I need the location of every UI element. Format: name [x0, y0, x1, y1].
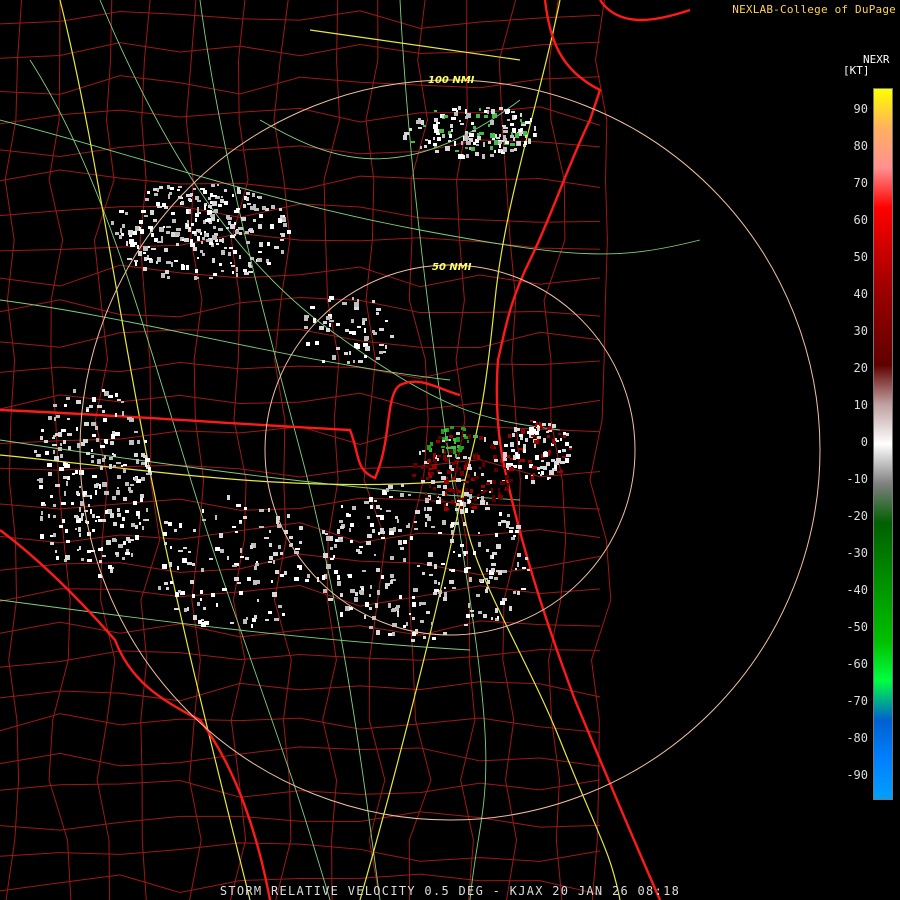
- scale-tick: -70: [846, 694, 868, 708]
- scale-tick: 90: [853, 102, 868, 116]
- color-scale-bar: [873, 88, 893, 800]
- ring-label-100: 100 NMI: [428, 75, 475, 86]
- scale-tick: 40: [853, 287, 868, 301]
- scale-tick: 20: [853, 361, 868, 375]
- unit-label: [KT]: [843, 64, 870, 77]
- scale-tick: -30: [846, 546, 868, 560]
- scale-tick: -60: [846, 657, 868, 671]
- scale-tick: 50: [853, 250, 868, 264]
- scale-tick: 60: [853, 213, 868, 227]
- scale-tick: 10: [853, 398, 868, 412]
- scale-tick: 0: [860, 435, 868, 449]
- scale-tick: 70: [853, 176, 868, 190]
- scale-tick: -10: [846, 472, 868, 486]
- ring-label-50: 50 NMI: [432, 262, 472, 273]
- scale-tick: 30: [853, 324, 868, 338]
- scale-tick: -50: [846, 620, 868, 634]
- scale-tick: -80: [846, 731, 868, 745]
- product-caption: STORM RELATIVE VELOCITY 0.5 DEG - KJAX 2…: [219, 884, 681, 898]
- scale-tick: -90: [846, 768, 868, 782]
- scale-tick: -40: [846, 583, 868, 597]
- credit-label: NEXLAB-College of DuPage: [732, 3, 896, 16]
- scale-tick: 80: [853, 139, 868, 153]
- scale-tick: -20: [846, 509, 868, 523]
- radar-map: 50 NMI 100 NMI: [0, 0, 900, 900]
